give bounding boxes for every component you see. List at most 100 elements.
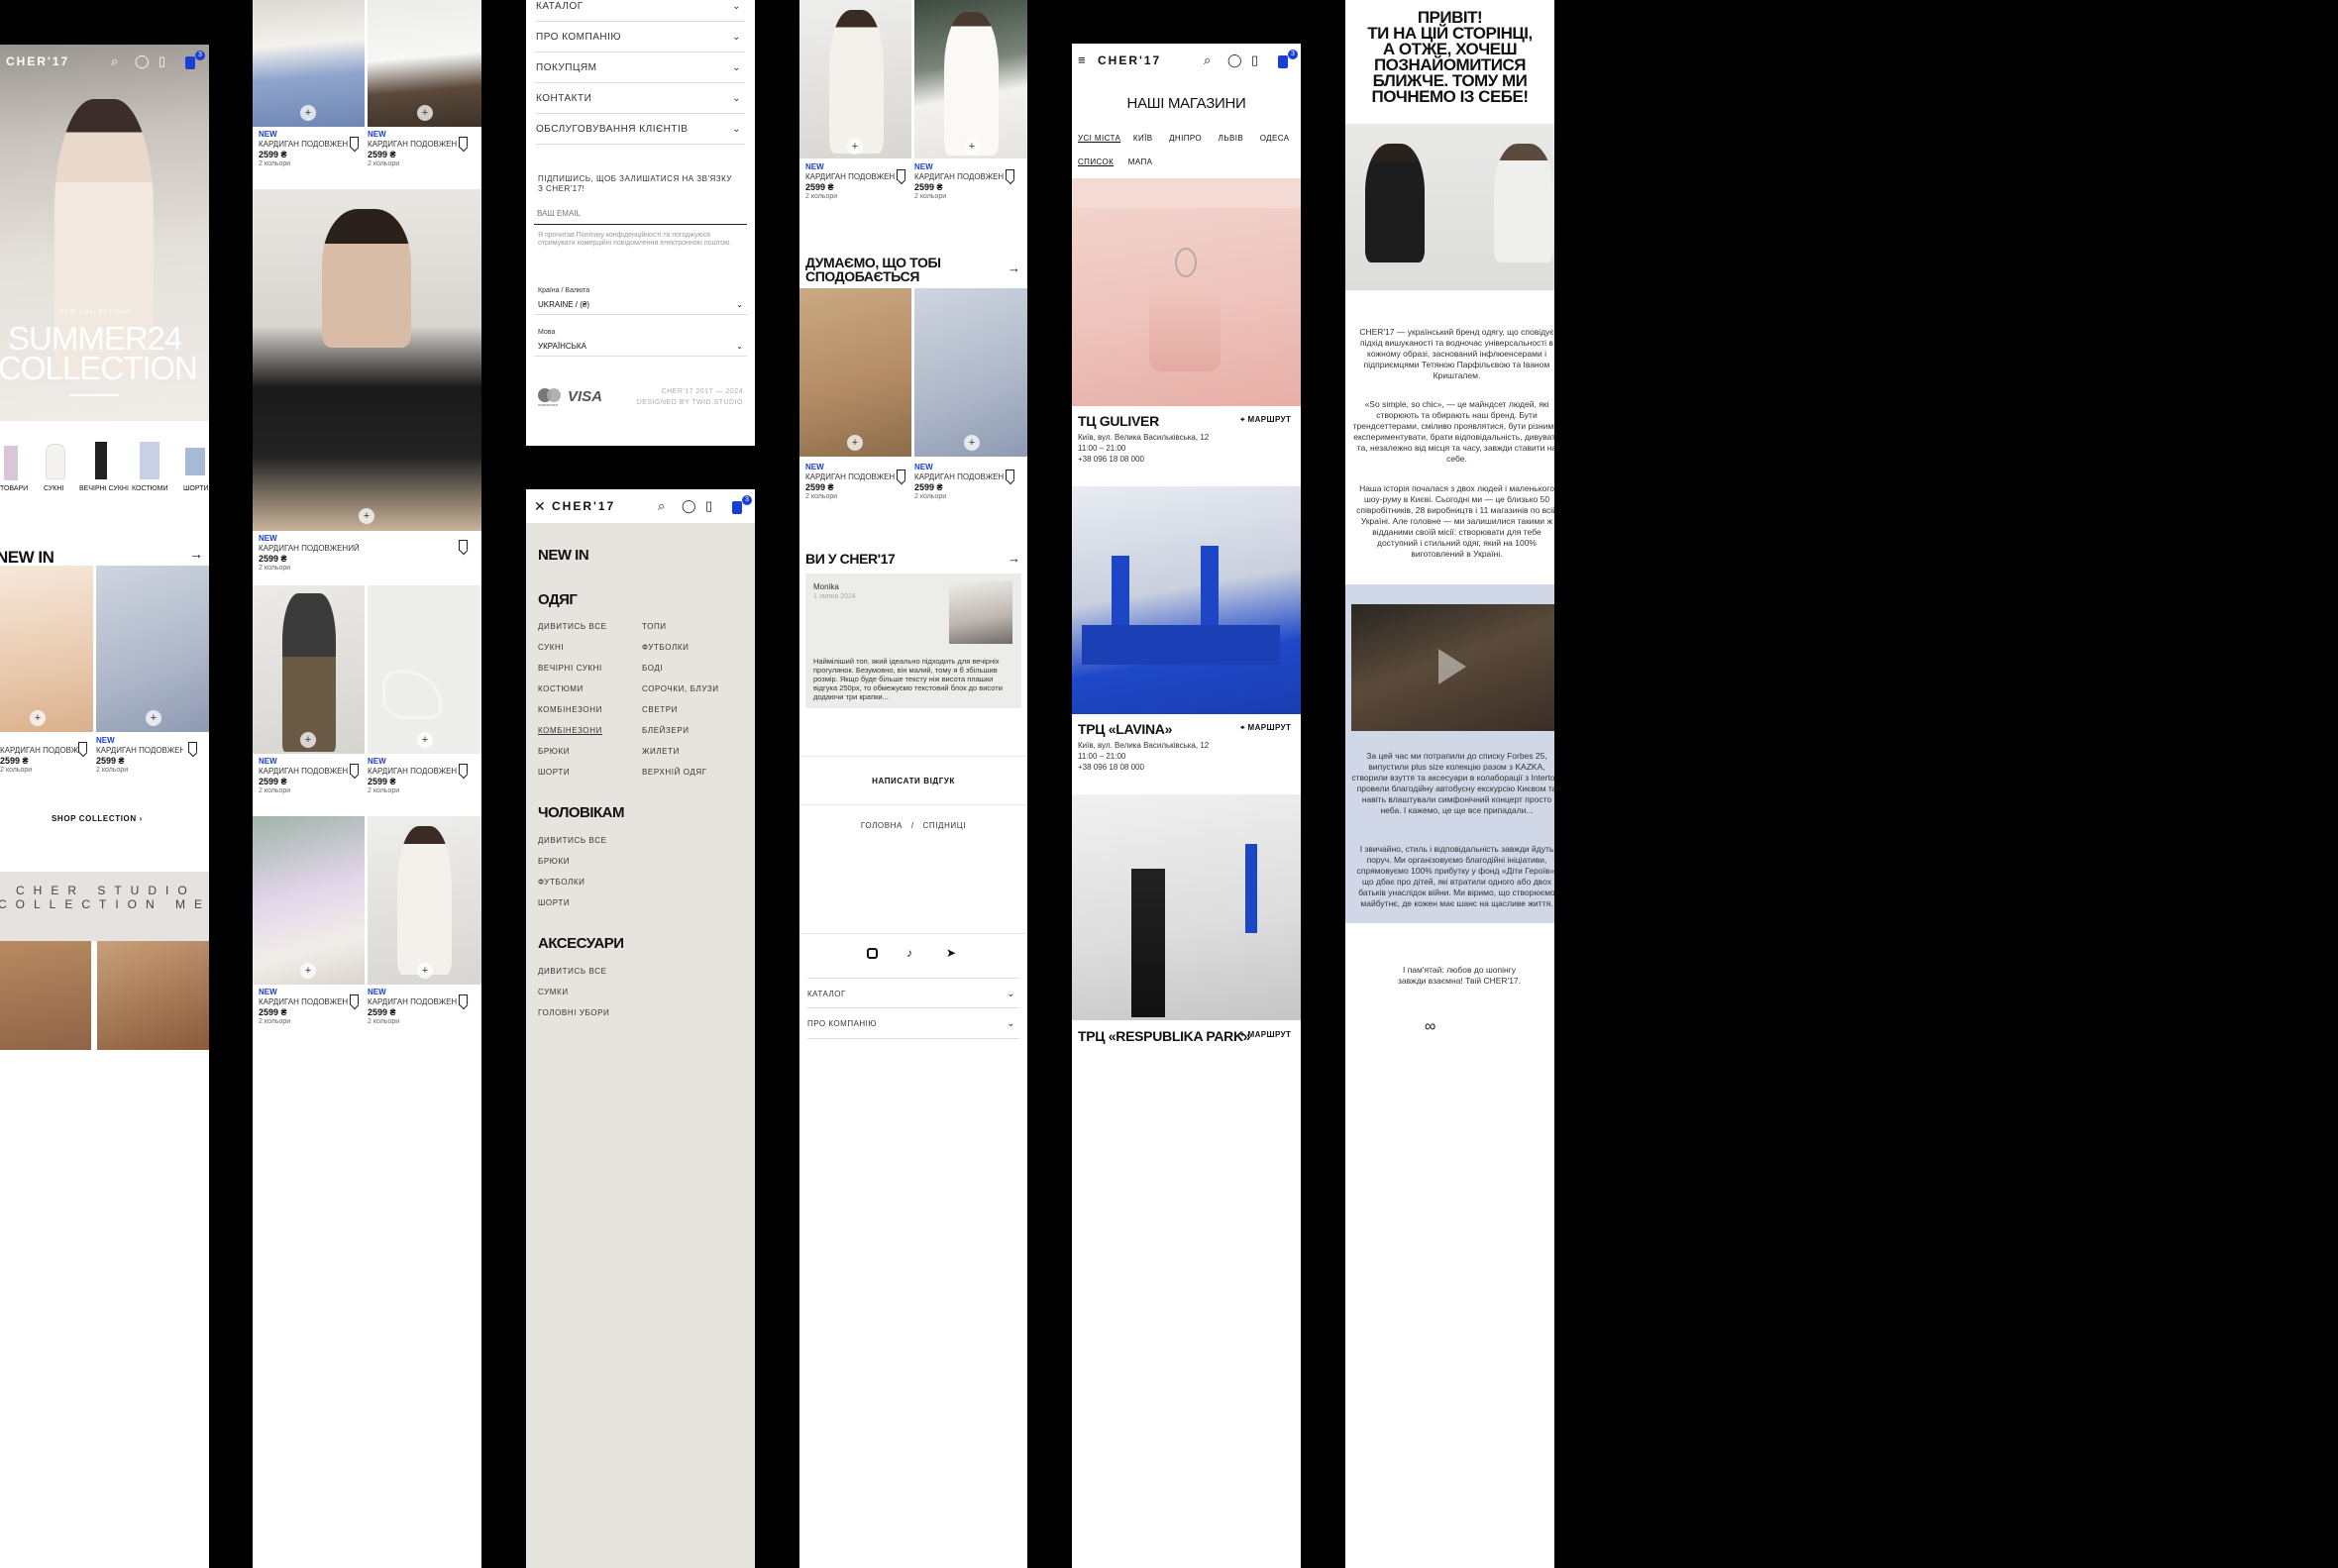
bookmark-icon[interactable] xyxy=(1006,169,1014,180)
menu-item[interactable]: ЖИЛЕТИ xyxy=(642,747,751,768)
wishlist-icon[interactable]: ▯ xyxy=(705,498,712,514)
cart-icon[interactable] xyxy=(185,56,195,69)
category-item[interactable]: ВЕЧІРНІ СУКНІ xyxy=(79,436,129,495)
review-photo[interactable] xyxy=(949,580,1012,644)
product-name[interactable]: КАРДИГАН ПОДОВЖЕНИ... xyxy=(96,746,183,755)
menu-item[interactable]: ДИВИТИСЬ ВСЕ xyxy=(538,967,609,988)
menu-icon[interactable]: ≡ xyxy=(1078,52,1086,67)
product-accordion-catalog[interactable]: КАТАЛОГ ⌄ xyxy=(807,978,1019,1008)
instagram-icon[interactable] xyxy=(867,948,878,959)
menu-item[interactable]: ШОРТИ xyxy=(538,768,637,788)
product-name[interactable]: КАРДИГАН ПОДОВЖЕНИ... xyxy=(805,172,895,181)
menu-item[interactable]: СУКНІ xyxy=(538,643,637,664)
menu-item[interactable]: ТОПИ xyxy=(642,622,751,643)
product-name[interactable]: КАРДИГАН ПОДОВЖЕНИ... xyxy=(259,767,348,776)
play-icon[interactable] xyxy=(1438,649,1466,684)
bookmark-icon[interactable] xyxy=(459,994,468,1005)
arrow-right-icon[interactable]: → xyxy=(189,546,203,562)
footer-accordion-buyers[interactable]: ПОКУПЦЯМ ⌄ xyxy=(536,52,745,83)
footer-accordion-service[interactable]: ОБСЛУГОВУВАННЯ КЛІЄНТІВ ⌄ xyxy=(536,114,745,145)
hero-pager[interactable] xyxy=(69,394,119,396)
category-item[interactable]: ШОРТИ xyxy=(183,436,209,495)
cart-icon[interactable] xyxy=(732,501,742,514)
tab-dnipro[interactable]: ДНІПРО xyxy=(1169,134,1202,143)
menu-item[interactable]: ФУТБОЛКИ xyxy=(538,878,607,898)
video-player[interactable] xyxy=(1351,604,1554,731)
menu-item[interactable]: СВЕТРИ xyxy=(642,705,751,726)
bookmark-icon[interactable] xyxy=(188,742,197,753)
tab-map[interactable]: МАПА xyxy=(1128,157,1153,166)
product-image[interactable]: + xyxy=(253,0,365,127)
telegram-icon[interactable]: ➤ xyxy=(946,946,956,960)
arrow-right-icon[interactable]: → xyxy=(1008,551,1020,566)
store-phone[interactable]: +38 096 18 08 000 xyxy=(1078,454,1144,466)
menu-men-heading[interactable]: ЧОЛОВІКАМ xyxy=(538,804,625,821)
product-name[interactable]: КАРДИГАН ПОДОВЖЕНИ... xyxy=(368,767,457,776)
menu-item[interactable]: ШОРТИ xyxy=(538,898,607,919)
men-image[interactable] xyxy=(97,941,209,1050)
product-image[interactable]: + xyxy=(799,288,911,457)
store-photo[interactable] xyxy=(1072,486,1301,714)
product-name[interactable]: КАРДИГАН ПОДОВЖЕНИ... xyxy=(0,746,79,755)
account-icon[interactable]: ◯ xyxy=(135,53,150,69)
menu-item[interactable]: ДИВИТИСЬ ВСЕ xyxy=(538,622,637,643)
close-icon[interactable]: ✕ xyxy=(534,498,546,515)
product-name[interactable]: КАРДИГАН ПОДОВЖЕНИ... xyxy=(914,472,1004,481)
bookmark-icon[interactable] xyxy=(459,137,468,148)
menu-item[interactable]: БЛЕЙЗЕРИ xyxy=(642,726,751,747)
search-icon[interactable]: ⌕ xyxy=(658,498,665,514)
tab-list[interactable]: СПИСОК xyxy=(1078,157,1114,166)
country-select[interactable]: UKRAINE / (₴) ⌄ xyxy=(534,297,747,315)
product-image[interactable]: + xyxy=(368,0,481,127)
bookmark-icon[interactable] xyxy=(350,764,359,775)
menu-accessories-heading[interactable]: АКСЕСУАРИ xyxy=(538,935,624,952)
search-icon[interactable]: ⌕ xyxy=(111,53,118,69)
footer-accordion-contacts[interactable]: КОНТАКТИ ⌄ xyxy=(536,83,745,114)
footer-accordion-catalog[interactable]: КАТАЛОГ ⌄ xyxy=(536,0,745,22)
product-name[interactable]: КАРДИГАН ПОДОВЖЕНИ... xyxy=(368,140,457,149)
email-field[interactable] xyxy=(534,203,747,225)
tab-odesa[interactable]: ОДЕСА xyxy=(1260,134,1290,143)
route-link[interactable]: ⌖ МАРШРУТ xyxy=(1240,415,1291,425)
designed-by[interactable]: DESIGNED BY TWID.STUDIO xyxy=(637,399,743,406)
bookmark-icon[interactable] xyxy=(897,470,905,480)
account-icon[interactable]: ◯ xyxy=(1227,52,1242,68)
category-item[interactable]: ТОВАРИ xyxy=(0,436,30,495)
menu-item[interactable]: БРЮКИ xyxy=(538,747,637,768)
men-banner[interactable]: CHER STUDIO COLLECTION MEN xyxy=(0,872,209,941)
review-card[interactable]: Monika 1 липня 2024 Найміліший топ, який… xyxy=(805,574,1021,708)
men-image[interactable] xyxy=(0,941,91,1050)
product-name[interactable]: КАРДИГАН ПОДОВЖЕНИ... xyxy=(259,140,348,149)
menu-item[interactable]: ДИВИТИСЬ ВСЕ xyxy=(538,836,607,857)
product-image[interactable]: + xyxy=(368,585,481,754)
product-image[interactable]: + xyxy=(799,0,911,158)
product-image-large[interactable]: + xyxy=(253,189,481,531)
store-photo[interactable] xyxy=(1072,794,1301,1020)
logo[interactable]: CHER'17 xyxy=(552,499,615,513)
product-name[interactable]: КАРДИГАН ПОДОВЖЕНИ... xyxy=(914,172,1004,181)
menu-clothes-heading[interactable]: ОДЯГ xyxy=(538,591,578,608)
tab-lviv[interactable]: ЛЬВІВ xyxy=(1219,134,1243,143)
menu-item[interactable]: БОДІ xyxy=(642,664,751,684)
search-icon[interactable]: ⌕ xyxy=(1204,52,1211,68)
bookmark-icon[interactable] xyxy=(350,137,359,148)
write-review-button[interactable]: НАПИСАТИ ВІДГУК xyxy=(799,756,1027,805)
product-name[interactable]: КАРДИГАН ПОДОВЖЕНИ... xyxy=(805,472,895,481)
menu-item[interactable]: ФУТБОЛКИ xyxy=(642,643,751,664)
store-photo[interactable] xyxy=(1072,178,1301,406)
menu-item[interactable]: ГОЛОВНІ УБОРИ xyxy=(538,1008,609,1029)
arrow-right-icon[interactable]: → xyxy=(1008,261,1020,275)
product-name[interactable]: КАРДИГАН ПОДОВЖЕНИ... xyxy=(259,997,348,1006)
bookmark-icon[interactable] xyxy=(78,742,87,753)
category-item[interactable]: СУКНІ xyxy=(38,436,77,495)
category-item[interactable]: КОСТЮМИ xyxy=(132,436,171,495)
bookmark-icon[interactable] xyxy=(897,169,905,180)
lang-select[interactable]: УКРАЇНСЬКА ⌄ xyxy=(534,339,747,357)
menu-new-in[interactable]: NEW IN xyxy=(538,547,589,564)
footer-accordion-about[interactable]: ПРО КОМПАНІЮ ⌄ xyxy=(536,22,745,52)
product-image[interactable]: + xyxy=(253,816,365,985)
tab-all-cities[interactable]: УСІ МІСТА xyxy=(1078,134,1120,143)
bookmark-icon[interactable] xyxy=(459,540,468,551)
wishlist-icon[interactable]: ▯ xyxy=(159,53,165,69)
route-link[interactable]: ⌖ МАРШРУТ xyxy=(1240,1030,1291,1040)
